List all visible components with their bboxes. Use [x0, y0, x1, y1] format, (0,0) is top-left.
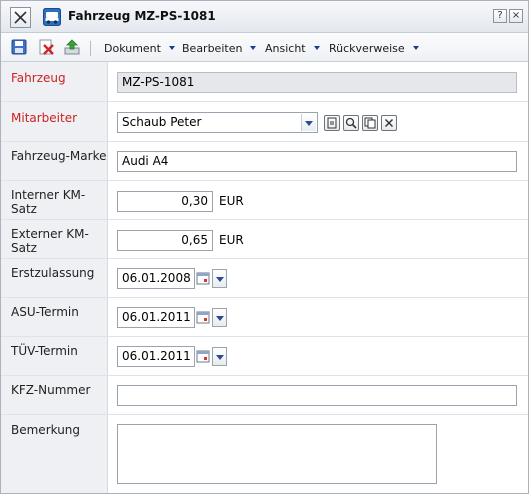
field-label-km-intern: Interner KM-Satz	[11, 188, 86, 216]
currency-label: EUR	[219, 194, 244, 208]
km-extern-input[interactable]: 0,65	[117, 230, 213, 251]
field-label-tuev: TÜV-Termin	[11, 344, 78, 358]
menu-dokument[interactable]: Dokument	[104, 42, 175, 55]
close-icon	[14, 11, 27, 24]
copy-icon	[364, 117, 376, 129]
mitarbeiter-select[interactable]: Schaub Peter	[117, 112, 318, 133]
label-cell: Fahrzeug	[1, 62, 108, 101]
erstzulassung-date-input[interactable]: 06.01.2008	[117, 268, 195, 289]
label-cell: Erstzulassung	[1, 259, 108, 297]
row-asu: ASU-Termin 06.01.2011	[1, 298, 528, 337]
close-button[interactable]: ×	[509, 9, 523, 23]
field-label-kfz-nummer: KFZ-Nummer	[11, 383, 91, 397]
open-record-button[interactable]	[324, 115, 340, 131]
label-cell: ASU-Termin	[1, 298, 108, 336]
chevron-down-icon	[412, 46, 419, 50]
upload-icon[interactable]	[64, 39, 80, 55]
title-bar: Fahrzeug MZ-PS-1081 ? ×	[1, 1, 528, 33]
close-window-button[interactable]	[10, 7, 31, 28]
label-cell: Interner KM-Satz	[1, 181, 108, 219]
field-label-erstzulassung: Erstzulassung	[11, 266, 95, 280]
field-label-marke: Fahrzeug-Marke	[11, 149, 107, 163]
menu-rueckverweise[interactable]: Rückverweise	[329, 42, 419, 55]
chevron-down-icon[interactable]	[212, 347, 227, 366]
km-intern-input[interactable]: 0,30	[117, 191, 213, 212]
row-erstzulassung: Erstzulassung 06.01.2008	[1, 259, 528, 298]
label-cell: TÜV-Termin	[1, 337, 108, 375]
kfz-nummer-input[interactable]	[117, 385, 517, 406]
label-cell: Bemerkung	[1, 415, 108, 493]
window-title: Fahrzeug MZ-PS-1081	[68, 9, 216, 23]
clear-button[interactable]	[381, 115, 397, 131]
toolbar-separator	[90, 41, 91, 56]
chevron-down-icon[interactable]	[212, 308, 227, 327]
row-tuev: TÜV-Termin 06.01.2011	[1, 337, 528, 376]
clear-icon	[385, 119, 393, 127]
chevron-down-icon	[168, 46, 175, 50]
vehicle-window: Fahrzeug MZ-PS-1081 ? × Dokument Bearbei…	[0, 0, 529, 494]
calendar-icon[interactable]	[196, 349, 210, 363]
toolbar: Dokument Bearbeiten Ansicht Rückverweise	[1, 33, 528, 62]
row-fahrzeug: Fahrzeug MZ-PS-1081	[1, 62, 528, 102]
vehicle-icon	[43, 8, 61, 26]
search-button[interactable]	[343, 115, 359, 131]
marke-input[interactable]: Audi A4	[117, 151, 517, 172]
delete-icon[interactable]	[38, 39, 54, 55]
chevron-down-icon	[313, 46, 320, 50]
label-cell: Mitarbeiter	[1, 102, 108, 141]
tuev-date-input[interactable]: 06.01.2011	[117, 346, 195, 367]
fahrzeug-field: MZ-PS-1081	[117, 72, 517, 93]
label-cell: Externer KM-Satz	[1, 220, 108, 258]
field-label-bemerkung: Bemerkung	[11, 423, 81, 437]
menu-ansicht[interactable]: Ansicht	[265, 42, 320, 55]
save-icon[interactable]	[11, 39, 27, 55]
row-km-intern: Interner KM-Satz 0,30 EUR	[1, 181, 528, 220]
chevron-down-icon[interactable]	[301, 114, 316, 131]
row-bemerkung: Bemerkung	[1, 415, 528, 493]
currency-label: EUR	[219, 233, 244, 247]
row-km-extern: Externer KM-Satz 0,65 EUR	[1, 220, 528, 259]
field-label-fahrzeug: Fahrzeug	[11, 71, 66, 85]
row-marke: Fahrzeug-Marke Audi A4	[1, 142, 528, 181]
row-mitarbeiter: Mitarbeiter Schaub Peter	[1, 102, 528, 142]
search-icon	[345, 117, 357, 129]
calendar-icon[interactable]	[196, 271, 210, 285]
copy-button[interactable]	[362, 115, 378, 131]
chevron-down-icon[interactable]	[212, 269, 227, 288]
menu-bearbeiten[interactable]: Bearbeiten	[182, 42, 257, 55]
help-button[interactable]: ?	[493, 9, 507, 23]
chevron-down-icon	[250, 46, 257, 50]
field-label-mitarbeiter: Mitarbeiter	[11, 111, 78, 125]
calendar-icon[interactable]	[196, 310, 210, 324]
asu-date-input[interactable]: 06.01.2011	[117, 307, 195, 328]
label-cell: KFZ-Nummer	[1, 376, 108, 414]
bemerkung-textarea[interactable]	[117, 424, 437, 484]
row-kfz-nummer: KFZ-Nummer	[1, 376, 528, 415]
field-label-asu: ASU-Termin	[11, 305, 79, 319]
field-label-km-extern: Externer KM-Satz	[11, 227, 89, 255]
label-cell: Fahrzeug-Marke	[1, 142, 108, 180]
open-icon	[327, 117, 337, 129]
